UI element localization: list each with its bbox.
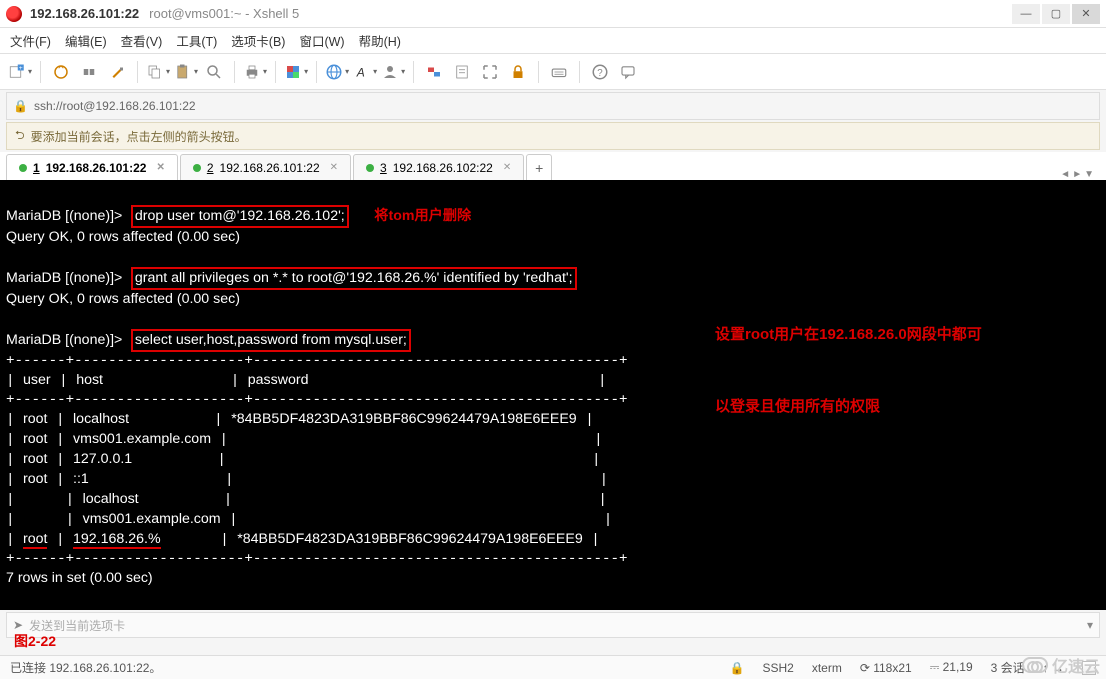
- tab-1[interactable]: 1 192.168.26.101:22 ✕: [6, 154, 178, 180]
- language-button[interactable]: [325, 59, 349, 85]
- menu-help[interactable]: 帮助(H): [359, 31, 401, 50]
- hint-arrow-icon[interactable]: ⮌: [15, 126, 25, 147]
- keyboard-button[interactable]: [547, 59, 571, 85]
- status-lock-icon: 🔒: [730, 661, 745, 675]
- lock-button[interactable]: [506, 59, 530, 85]
- lock-icon: 🔒: [13, 99, 28, 113]
- tab-label: 192.168.26.101:22: [220, 161, 320, 175]
- copy-button[interactable]: [146, 59, 170, 85]
- annotation-grant-l2: 以登录且使用所有的权限: [715, 395, 982, 419]
- address-text: ssh://root@192.168.26.101:22: [34, 99, 196, 113]
- fullscreen-button[interactable]: [478, 59, 502, 85]
- send-input-bar[interactable]: ➤ 发送到当前选项卡 ▾: [6, 612, 1100, 638]
- tab-2[interactable]: 2 192.168.26.101:22 ✕: [180, 154, 351, 180]
- close-button[interactable]: ✕: [1072, 4, 1100, 24]
- tab-close-icon[interactable]: ✕: [503, 162, 511, 173]
- status-dot-icon: [193, 164, 201, 172]
- status-bar: 已连接 192.168.26.101:22。 🔒 SSH2 xterm ⟳ 11…: [0, 655, 1106, 679]
- tab-nav-menu[interactable]: ▼: [1084, 169, 1094, 180]
- toolbar: + A ?: [0, 54, 1106, 90]
- minimize-button[interactable]: —: [1012, 4, 1040, 24]
- tab-number: 3: [380, 161, 387, 175]
- terminal-output[interactable]: MariaDB [(none)]> drop user tom@'192.168…: [0, 180, 1106, 610]
- menu-tab[interactable]: 选项卡(B): [231, 31, 285, 50]
- watermark-icon: [1022, 657, 1048, 673]
- find-button[interactable]: [202, 59, 226, 85]
- script-button[interactable]: [450, 59, 474, 85]
- menu-file[interactable]: 文件(F): [10, 31, 51, 50]
- user-button[interactable]: [381, 59, 405, 85]
- address-bar[interactable]: 🔒 ssh://root@192.168.26.101:22: [6, 92, 1100, 120]
- annotation-drop: 将tom用户删除: [374, 208, 471, 224]
- tab-nav-next[interactable]: ►: [1072, 169, 1082, 180]
- disconnect-button[interactable]: [77, 59, 101, 85]
- tab-nav-prev[interactable]: ◄: [1060, 169, 1070, 180]
- font-button[interactable]: A: [353, 59, 377, 85]
- menu-edit[interactable]: 编辑(E): [65, 31, 107, 50]
- status-connection: 已连接 192.168.26.101:22。: [10, 659, 161, 676]
- status-size: 118x21: [873, 661, 911, 675]
- status-proto: SSH2: [762, 661, 793, 675]
- menu-tools[interactable]: 工具(T): [176, 31, 217, 50]
- tab-number: 2: [207, 161, 214, 175]
- send-arrow-icon: ➤: [13, 618, 23, 632]
- tab-number: 1: [33, 161, 40, 175]
- status-term: xterm: [812, 661, 842, 675]
- menu-view[interactable]: 查看(V): [121, 31, 163, 50]
- app-logo-icon: [6, 6, 22, 22]
- svg-text:+: +: [19, 64, 23, 71]
- hint-text: 要添加当前会话，点击左侧的箭头按钮。: [31, 128, 247, 145]
- annotation-grant-l1: 设置root用户在192.168.26.0网段中都可: [715, 323, 982, 347]
- title-bar: 192.168.26.101:22 root@vms001:~ - Xshell…: [0, 0, 1106, 28]
- watermark-text: 亿速云: [1052, 653, 1100, 677]
- session-tabs: 1 192.168.26.101:22 ✕ 2 192.168.26.101:2…: [0, 152, 1106, 180]
- title-ip: 192.168.26.101:22: [30, 6, 139, 21]
- status-pos-icon: ⎓: [930, 660, 943, 674]
- tab-close-icon[interactable]: ✕: [330, 162, 338, 173]
- new-session-button[interactable]: +: [8, 59, 32, 85]
- sql-grant: grant all privileges on *.* to root@'192…: [131, 267, 577, 290]
- tab-close-icon[interactable]: ✕: [156, 162, 164, 173]
- tab-label: 192.168.26.101:22: [46, 161, 147, 175]
- color-scheme-button[interactable]: [284, 59, 308, 85]
- menu-bar: 文件(F) 编辑(E) 查看(V) 工具(T) 选项卡(B) 窗口(W) 帮助(…: [0, 28, 1106, 54]
- chat-button[interactable]: [616, 59, 640, 85]
- menu-window[interactable]: 窗口(W): [299, 31, 344, 50]
- sql-drop-user: drop user tom@'192.168.26.102';: [131, 205, 349, 228]
- status-dot-icon: [19, 164, 27, 172]
- status-pos: 21,19: [943, 660, 973, 674]
- svg-text:A: A: [356, 65, 365, 79]
- tab-3[interactable]: 3 192.168.26.102:22 ✕: [353, 154, 524, 180]
- tab-label: 192.168.26.102:22: [393, 161, 493, 175]
- properties-button[interactable]: [105, 59, 129, 85]
- paste-button[interactable]: [174, 59, 198, 85]
- maximize-button[interactable]: ▢: [1042, 4, 1070, 24]
- status-size-icon: ⟳: [860, 661, 873, 675]
- reconnect-button[interactable]: [49, 59, 73, 85]
- svg-text:?: ?: [597, 67, 603, 78]
- status-dot-icon: [366, 164, 374, 172]
- sql-select: select user,host,password from mysql.use…: [131, 329, 411, 352]
- help-button[interactable]: ?: [588, 59, 612, 85]
- send-menu-icon[interactable]: ▾: [1087, 618, 1093, 632]
- hint-bar: ⮌ 要添加当前会话，点击左侧的箭头按钮。: [6, 122, 1100, 150]
- print-button[interactable]: [243, 59, 267, 85]
- tab-add-button[interactable]: +: [526, 154, 552, 180]
- transfer-button[interactable]: [422, 59, 446, 85]
- figure-label: 图2-22: [14, 631, 56, 651]
- title-session: root@vms001:~ - Xshell 5: [149, 6, 299, 21]
- watermark: 亿速云: [1022, 653, 1100, 677]
- status-sessions: 3 会话: [991, 659, 1025, 676]
